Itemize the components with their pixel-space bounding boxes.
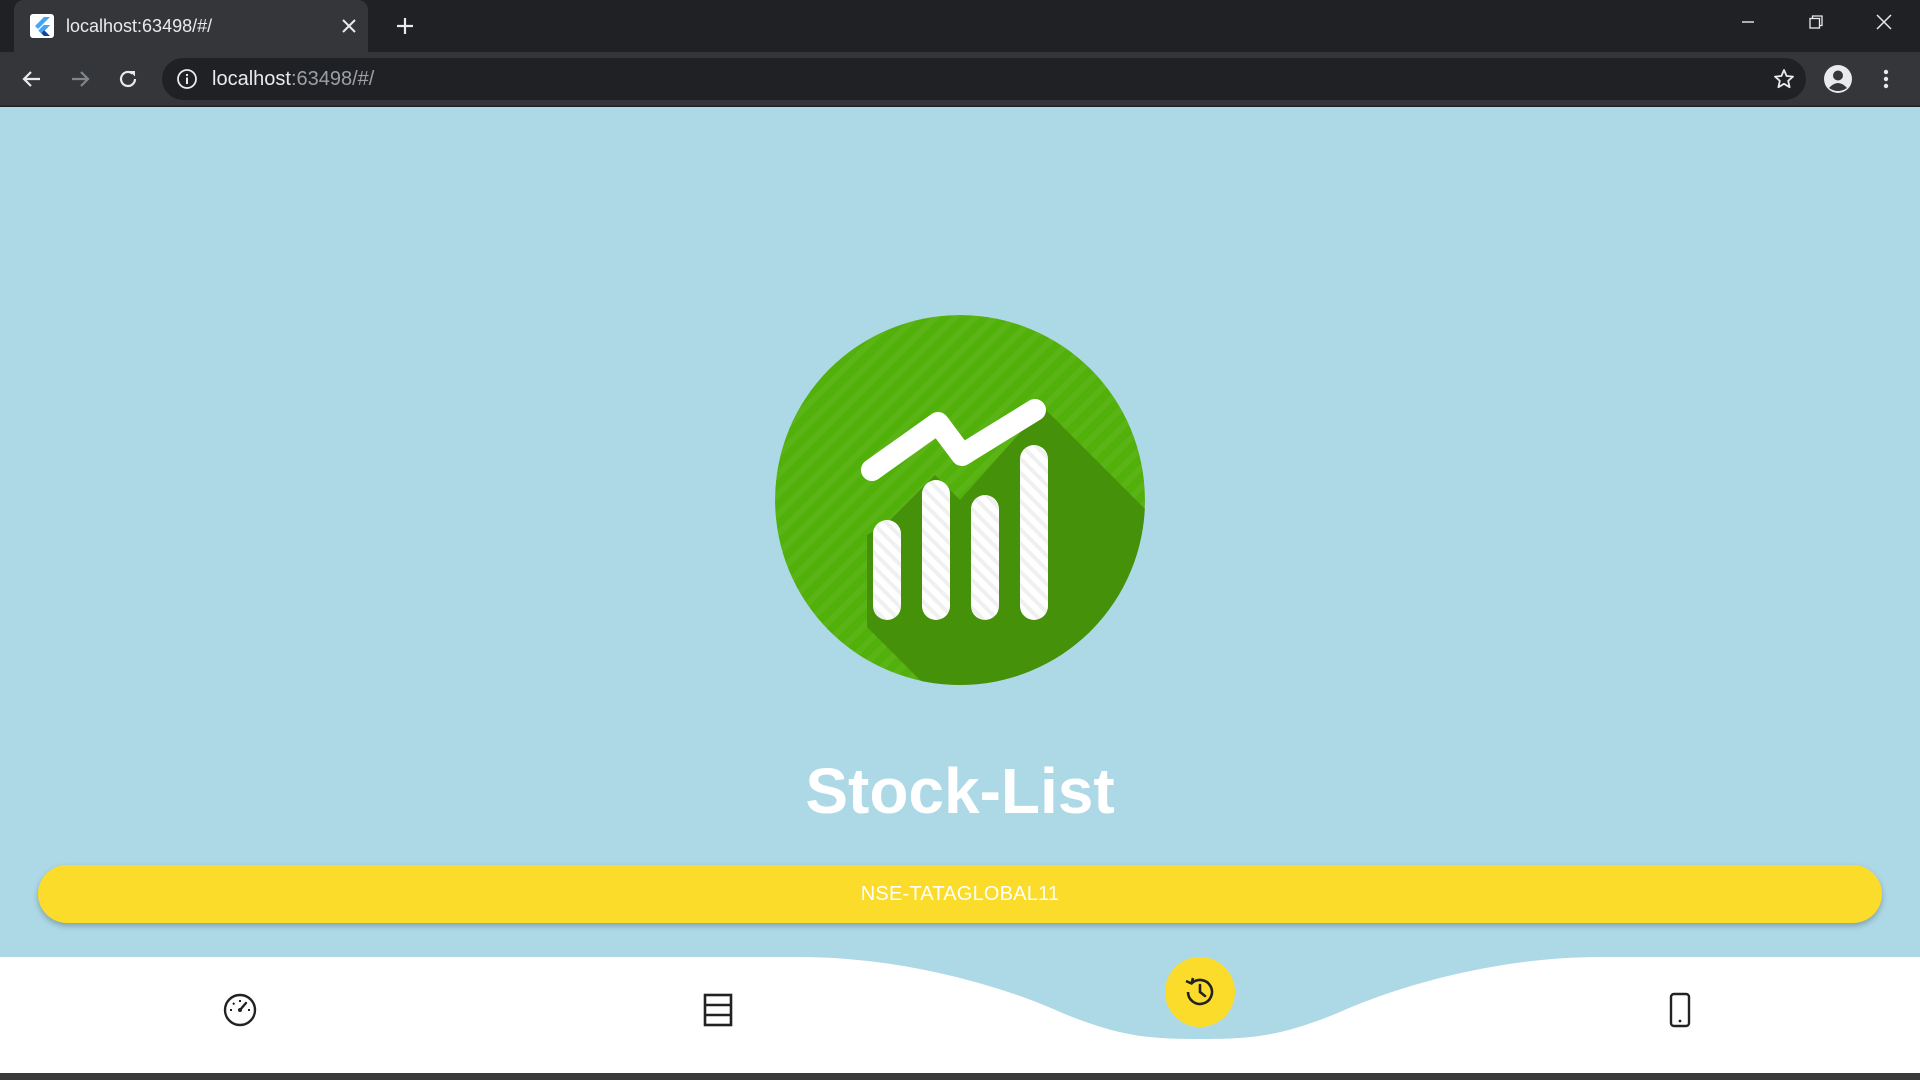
profile-icon[interactable] (1820, 61, 1856, 97)
address-bar[interactable]: localhost:63498/#/ (162, 58, 1806, 100)
bookmark-star-icon[interactable] (1772, 67, 1796, 91)
minimize-icon[interactable] (1714, 0, 1782, 44)
page-title: Stock-List (805, 755, 1115, 827)
tab-title: localhost:63498/#/ (66, 16, 213, 36)
browser-toolbar: localhost:63498/#/ (0, 52, 1920, 106)
forward-icon[interactable] (62, 61, 98, 97)
reload-icon[interactable] (110, 61, 146, 97)
url-host: localhost (212, 68, 291, 90)
app-page: Stock-List NSE-TATAGLOBAL11 (0, 107, 1920, 1080)
url-path: :63498/#/ (290, 68, 375, 90)
list-icon[interactable] (693, 985, 743, 1035)
history-icon (1185, 977, 1214, 1006)
back-icon[interactable] (14, 61, 50, 97)
browser-tab[interactable]: localhost:63498/#/ (14, 0, 368, 52)
browser-tab-strip: localhost:63498/#/ (0, 0, 1920, 52)
stock-item-label: NSE-TATAGLOBAL11 (860, 882, 1060, 905)
flutter-icon (30, 14, 54, 38)
restore-icon[interactable] (1782, 0, 1850, 44)
close-window-icon[interactable] (1850, 0, 1918, 44)
speedometer-icon[interactable] (215, 985, 265, 1035)
stock-item-button[interactable]: NSE-TATAGLOBAL11 (38, 865, 1882, 923)
tab-close-icon[interactable] (336, 13, 362, 39)
stock-chart-logo (775, 315, 1145, 685)
phone-icon[interactable] (1655, 985, 1705, 1035)
menu-icon[interactable] (1868, 61, 1904, 97)
site-info-icon[interactable] (176, 68, 198, 90)
history-nav-button[interactable] (1165, 957, 1235, 1027)
new-tab-icon[interactable] (390, 11, 420, 41)
url-text[interactable]: localhost:63498/#/ (212, 68, 374, 90)
bottom-nav-bar (0, 957, 1920, 1080)
